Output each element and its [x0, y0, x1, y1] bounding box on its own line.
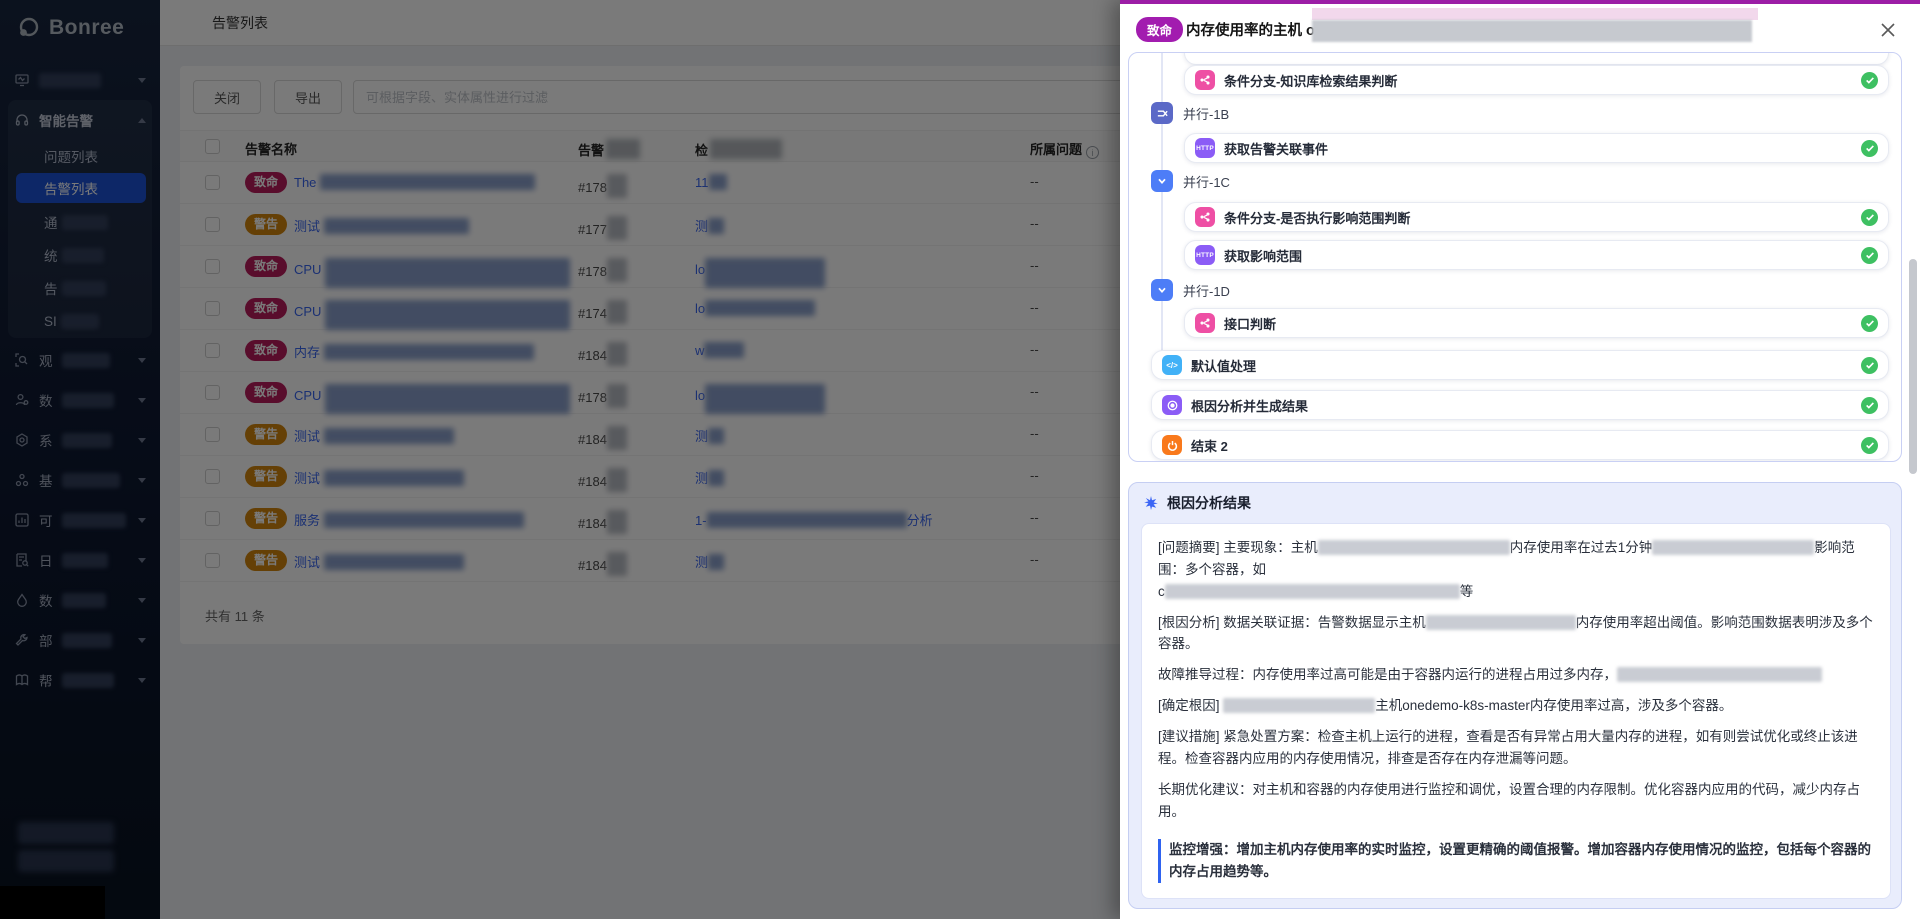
- workflow-group-parallel-1d[interactable]: 并行-1D: [1151, 279, 1230, 301]
- branch-icon: [1195, 313, 1215, 333]
- workflow-node-partial[interactable]: [1184, 52, 1889, 65]
- workflow-node-condition-kb[interactable]: 条件分支-知识库检索结果判断: [1184, 65, 1889, 95]
- success-check-icon: [1861, 397, 1878, 414]
- analysis-paragraph: 长期优化建议：对主机和容器的内存使用进行监控和调优，设置合理的内存限制。优化容器…: [1158, 779, 1874, 823]
- workflow-group-parallel-1c[interactable]: 并行-1C: [1151, 170, 1230, 192]
- chevron-down-icon: [1151, 279, 1173, 301]
- success-check-icon: [1861, 247, 1878, 264]
- workflow-group-parallel-1b[interactable]: 并行-1B: [1151, 102, 1229, 124]
- sparkle-icon: [1143, 495, 1159, 511]
- node-label: 结束 2: [1191, 436, 1228, 455]
- analysis-paragraph: [建议措施] 紧急处置方案：检查主机上运行的进程，查看是否有异常占用大量内存的进…: [1158, 726, 1874, 770]
- workflow-node-condition-impact[interactable]: 条件分支-是否执行影响范围判断: [1184, 202, 1889, 232]
- node-label: 默认值处理: [1191, 356, 1256, 375]
- workflow-node-get-related-events[interactable]: HTTP 获取告警关联事件: [1184, 133, 1889, 163]
- chevron-down-icon: [1151, 170, 1173, 192]
- panel-title: 根因分析结果: [1167, 493, 1251, 513]
- root-cause-result-panel: 根因分析结果 [问题摘要] 主要现象：主机内存使用率在过去1分钟影响范围：多个容…: [1128, 482, 1902, 909]
- http-icon: HTTP: [1195, 245, 1215, 265]
- power-icon: [1162, 435, 1182, 455]
- http-icon: HTTP: [1195, 138, 1215, 158]
- redacted-text: [1426, 615, 1576, 630]
- redacted-text: [1617, 667, 1822, 682]
- workflow-connector-line: [1161, 53, 1163, 373]
- workflow-node-interface-judgment[interactable]: 接口判断: [1184, 308, 1889, 338]
- drawer-header: 致命 内存使用率的主机 o: [1120, 8, 1920, 52]
- analysis-paragraph: [问题摘要] 主要现象：主机内存使用率在过去1分钟影响范围：多个容器，如 c等: [1158, 537, 1874, 603]
- node-label: 获取告警关联事件: [1224, 139, 1328, 158]
- alert-detail-drawer: 致命 内存使用率的主机 o 条件分支-知识库检索结果判断 并行-1B HTTP …: [1120, 0, 1920, 919]
- redacted-text: [1165, 584, 1460, 599]
- success-check-icon: [1861, 72, 1878, 89]
- monitoring-enhancement: 监控增强：增加主机内存使用率的实时监控，设置更精确的阈值报警。增加容器内存使用情…: [1158, 839, 1874, 883]
- workflow-node-end[interactable]: 结束 2: [1151, 430, 1889, 460]
- root-cause-result-header: 根因分析结果: [1143, 493, 1251, 513]
- scrollbar-thumb[interactable]: [1909, 259, 1917, 474]
- redacted-text: [1318, 540, 1510, 555]
- group-label: 并行-1C: [1183, 172, 1230, 191]
- group-label: 并行-1B: [1183, 104, 1229, 123]
- analysis-paragraph: 故障推导过程：内存使用率过高可能是由于容器内运行的进程占用过多内存，: [1158, 664, 1874, 686]
- workflow-node-root-cause-analysis[interactable]: 根因分析并生成结果: [1151, 390, 1889, 420]
- workflow-node-get-impact-scope[interactable]: HTTP 获取影响范围: [1184, 240, 1889, 270]
- root-cause-result-body: [问题摘要] 主要现象：主机内存使用率在过去1分钟影响范围：多个容器，如 c等 …: [1141, 523, 1891, 899]
- code-icon: </>: [1162, 355, 1182, 375]
- success-check-icon: [1861, 209, 1878, 226]
- drawer-title: 内存使用率的主机 o: [1186, 19, 1315, 40]
- analysis-paragraph: [确定根因] 主机onedemo-k8s-master内存使用率过高，涉及多个容…: [1158, 695, 1874, 717]
- node-label: 接口判断: [1224, 314, 1276, 333]
- branch-icon: [1195, 70, 1215, 90]
- node-label: 条件分支-知识库检索结果判断: [1224, 71, 1397, 90]
- group-label: 并行-1D: [1183, 281, 1230, 300]
- success-check-icon: [1861, 140, 1878, 157]
- success-check-icon: [1861, 315, 1878, 332]
- success-check-icon: [1861, 437, 1878, 454]
- workflow-panel: 条件分支-知识库检索结果判断 并行-1B HTTP 获取告警关联事件 并行-1C…: [1128, 52, 1902, 462]
- redacted-text: [1652, 540, 1814, 555]
- node-label: 根因分析并生成结果: [1191, 396, 1308, 415]
- workflow-node-default-value[interactable]: </> 默认值处理: [1151, 350, 1889, 380]
- node-label: 条件分支-是否执行影响范围判断: [1224, 208, 1410, 227]
- analysis-paragraph: [根因分析] 数据关联证据：告警数据显示主机内存使用率超出阈值。影响范围数据表明…: [1158, 612, 1874, 656]
- close-icon[interactable]: [1878, 20, 1898, 40]
- node-label: 获取影响范围: [1224, 246, 1302, 265]
- severity-badge: 致命: [1136, 17, 1183, 42]
- success-check-icon: [1861, 357, 1878, 374]
- redacted-text: [1312, 20, 1752, 42]
- redacted-highlight: [1312, 8, 1758, 20]
- redacted-text: [1223, 698, 1375, 713]
- target-icon: [1162, 395, 1182, 415]
- branch-icon: [1195, 207, 1215, 227]
- parallel-icon: [1151, 102, 1173, 124]
